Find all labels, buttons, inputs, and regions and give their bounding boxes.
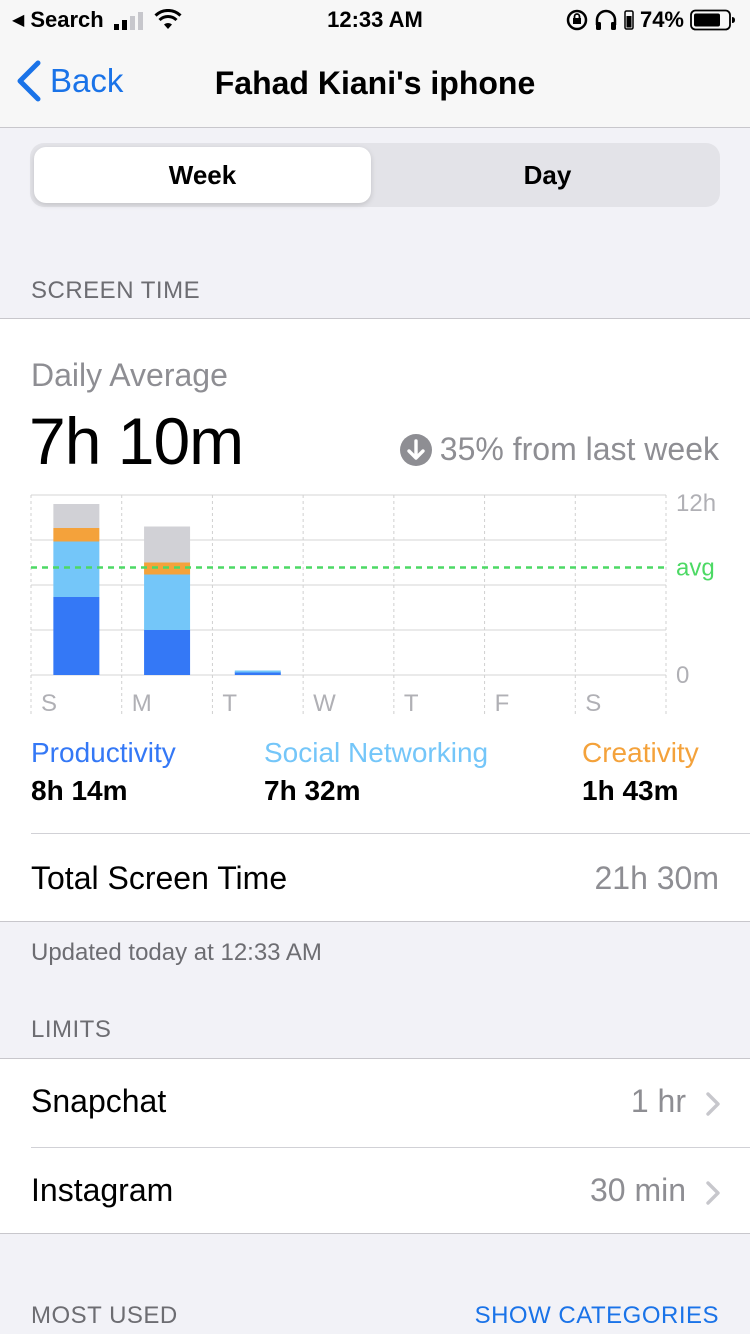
chart-bar-segment [53,597,100,675]
headphones-icon [595,9,617,30]
limits-header: LIMITS [31,1016,112,1043]
status-right: 74% [566,7,736,33]
limit-row-snapchat[interactable]: Snapchat 1 hr [31,1059,750,1147]
show-categories-button[interactable]: SHOW CATEGORIES [475,1302,719,1330]
chart-bar-segment [144,574,191,630]
limit-value: 1 hr [630,1083,686,1119]
most-used-header: MOST USED [31,1302,178,1329]
category-value: 8h 14m [31,775,128,806]
daily-average-value: 7h 10m [29,404,244,478]
screen-time-card: Daily Average 7h 10m 35% from last week … [0,318,750,922]
usage-bar-chart[interactable]: S M T W T F S 12h avg 0 [0,489,750,719]
page-title: Fahad Kiani's iphone [214,65,536,101]
chart-x-tick-label: M [132,690,152,717]
category-name: Social Networking [264,737,489,768]
chart-bar-segment [144,526,191,563]
limit-app-name: Snapchat [31,1083,167,1119]
chart-average-label: avg [676,554,715,581]
limit-app-name: Instagram [31,1172,174,1208]
period-segmented-control: Week Day [30,143,720,207]
limit-value: 30 min [589,1172,686,1208]
chart-x-tick-label: S [585,690,601,717]
chart-bar-segment [53,528,100,542]
category-social-networking[interactable]: Social Networking 7h 32m [264,737,488,807]
navigation-bar: Back Fahad Kiani's iphone [0,40,750,128]
category-productivity[interactable]: Productivity 8h 14m [31,737,176,807]
chevron-right-icon [706,1181,720,1205]
chart-x-tick-label: T [222,690,237,717]
total-screen-time-value: 21h 30m [594,860,719,896]
status-bar: ◀ Search 12:33 AM 74% [0,0,750,40]
chart-y-tick-label: 0 [676,662,689,689]
chart-x-tick-label: F [495,690,510,717]
weekly-change: 35% from last week [399,431,719,468]
chart-y-tick-label: 12h [676,490,716,517]
battery-small-icon [624,10,634,30]
weekly-change-text: 35% from last week [439,431,719,467]
chart-bar-segment [144,630,191,675]
battery-percent: 74% [639,7,684,32]
chart-bar-segment [53,541,100,597]
battery-icon [690,9,735,31]
daily-average-label: Daily Average [31,357,228,393]
screen-time-header: SCREEN TIME [31,277,201,304]
category-value: 7h 32m [264,775,361,806]
category-name: Productivity [31,737,176,768]
category-name: Creativity [582,737,699,768]
category-value: 1h 43m [582,775,679,806]
limits-card: Snapchat 1 hr Instagram 30 min [0,1058,750,1234]
chart-bar-segment [53,504,100,528]
category-creativity[interactable]: Creativity 1h 43m [582,737,699,807]
limit-row-instagram[interactable]: Instagram 30 min [31,1147,750,1235]
category-summary: Productivity 8h 14m Social Networking 7h… [31,737,721,827]
chart-x-tick-label: S [41,690,57,717]
chart-bar-segment [234,670,281,673]
total-screen-time-label: Total Screen Time [31,860,288,896]
segment-day[interactable]: Day [379,147,716,203]
updated-timestamp: Updated today at 12:33 AM [31,939,322,966]
chart-x-tick-label: W [313,690,336,717]
chevron-right-icon [706,1092,720,1116]
down-arrow-circle-icon [399,433,432,466]
segment-week[interactable]: Week [34,147,371,203]
total-screen-time-row: Total Screen Time 21h 30m [31,833,750,921]
orientation-lock-icon [566,9,588,31]
chart-x-tick-label: T [404,690,419,717]
